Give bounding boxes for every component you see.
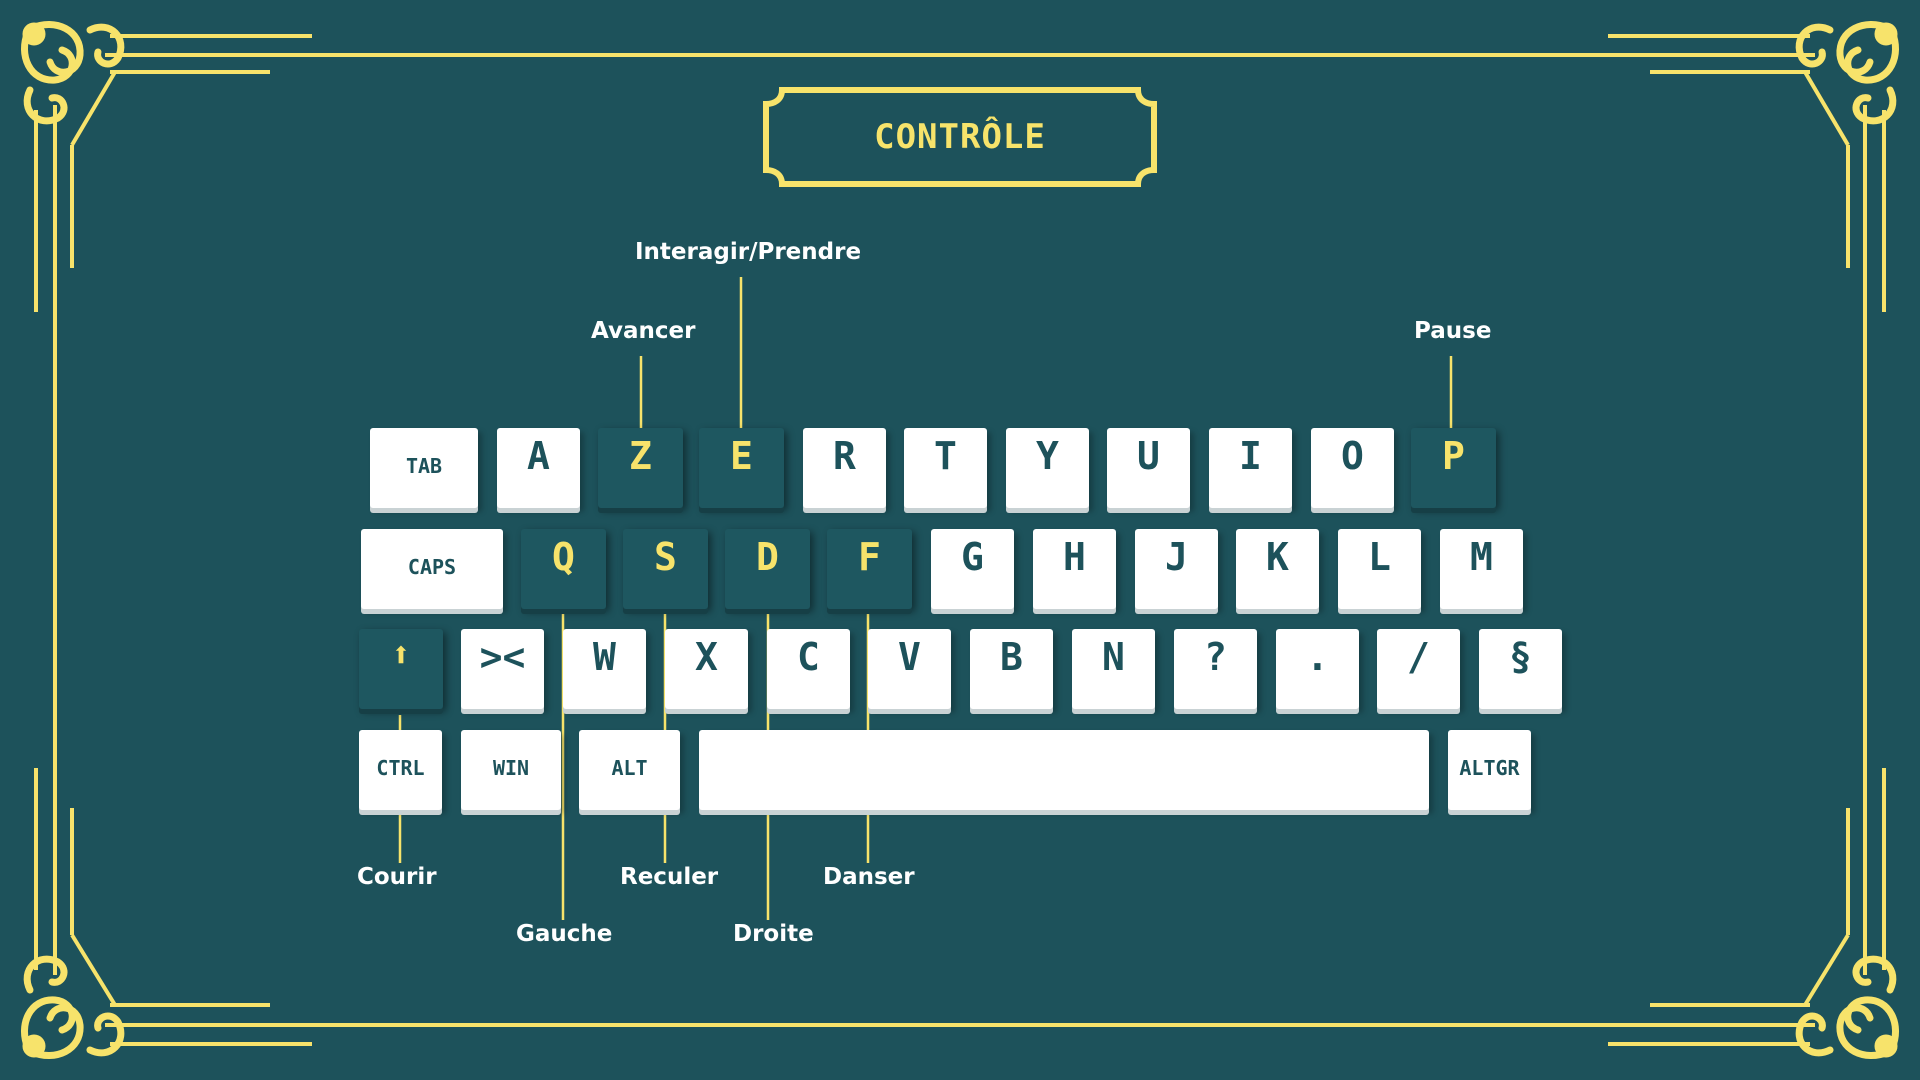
key-section[interactable]: § [1479,629,1562,709]
key-win[interactable]: WIN [461,730,561,810]
label-right: Droite [733,921,814,947]
key-ctrl[interactable]: CTRL [359,730,442,810]
key-altgr[interactable]: ALTGR [1448,730,1531,810]
key-a[interactable]: A [497,428,580,508]
key-d[interactable]: D [725,529,810,609]
key-e[interactable]: E [699,428,784,508]
key-v[interactable]: V [868,629,951,709]
key-l[interactable]: L [1338,529,1421,609]
key-r[interactable]: R [803,428,886,508]
key-tab[interactable]: TAB [370,428,478,508]
key-i[interactable]: I [1209,428,1292,508]
key-caps[interactable]: CAPS [361,529,503,609]
label-left: Gauche [516,921,613,947]
key-b[interactable]: B [970,629,1053,709]
key-space[interactable] [699,730,1429,810]
label-interact: Interagir/Prendre [635,239,862,265]
key-m[interactable]: M [1440,529,1523,609]
key-h[interactable]: H [1033,529,1116,609]
label-dance: Danser [823,864,915,890]
key-slash[interactable]: / [1377,629,1460,709]
key-o[interactable]: O [1311,428,1394,508]
key-q[interactable]: Q [521,529,606,609]
key-j[interactable]: J [1135,529,1218,609]
key-n[interactable]: N [1072,629,1155,709]
key-c[interactable]: C [767,629,850,709]
key-shift[interactable]: ⬆ [359,629,443,709]
label-back: Reculer [620,864,719,890]
key-s[interactable]: S [623,529,708,609]
key-u[interactable]: U [1107,428,1190,508]
key-question[interactable]: ? [1174,629,1257,709]
label-pause: Pause [1414,318,1492,344]
key-t[interactable]: T [904,428,987,508]
key-g[interactable]: G [931,529,1014,609]
key-period[interactable]: . [1276,629,1359,709]
label-forward: Avancer [591,318,696,344]
key-f[interactable]: F [827,529,912,609]
key-x[interactable]: X [665,629,748,709]
key-w[interactable]: W [563,629,646,709]
key-k[interactable]: K [1236,529,1319,609]
label-run: Courir [357,864,437,890]
key-p[interactable]: P [1411,428,1496,508]
key-alt[interactable]: ALT [579,730,680,810]
key-y[interactable]: Y [1006,428,1089,508]
key-angle-brackets[interactable]: >< [461,629,544,709]
key-z[interactable]: Z [598,428,683,508]
